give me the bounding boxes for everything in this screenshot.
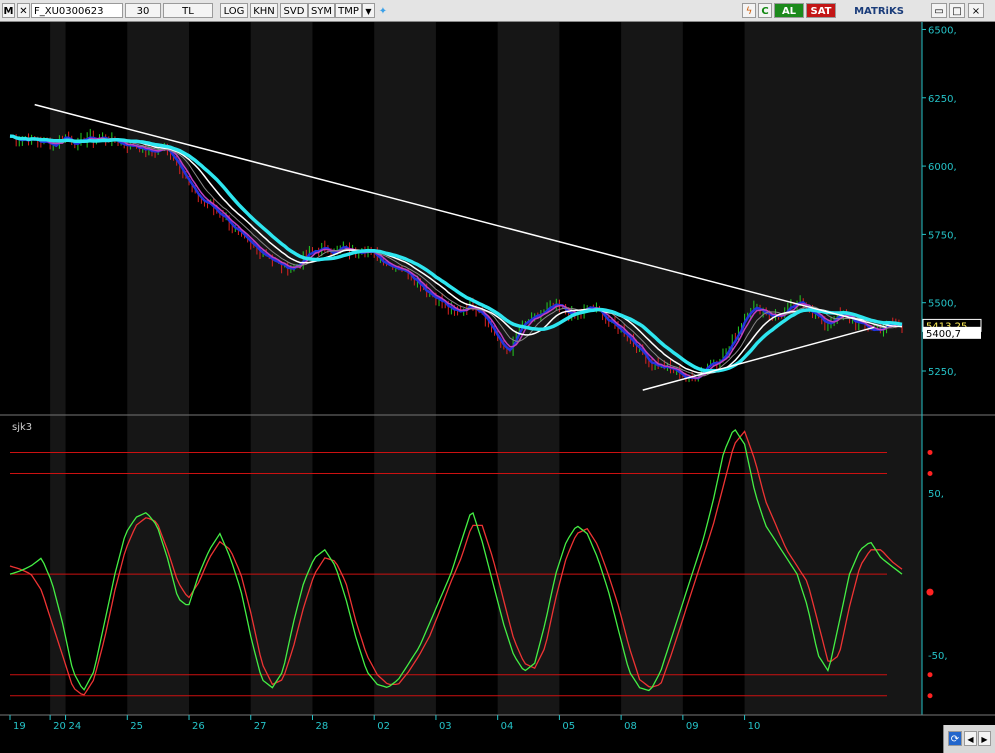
- date-tick-label: 25: [130, 721, 143, 732]
- scroll-controls: ⟳ ◀ ▶: [943, 725, 995, 753]
- khn-button[interactable]: KHN: [250, 3, 278, 18]
- chart-window: M ✕ F_XU0300623 30 TL LOG KHN SVD SYM TM…: [0, 0, 995, 753]
- price-tick-label: 6250,: [928, 94, 957, 105]
- tmp-button[interactable]: TMP: [335, 3, 362, 18]
- bolt-icon[interactable]: ϟ: [742, 3, 756, 18]
- chart-area[interactable]: 5413,255400,7 6500,6250,6000,5750,5500,5…: [0, 22, 995, 753]
- period-field[interactable]: 30: [125, 3, 161, 18]
- minimize-icon[interactable]: ▭: [931, 3, 947, 18]
- currency-field[interactable]: TL: [163, 3, 213, 18]
- date-tick-label: 04: [501, 721, 514, 732]
- session-bands: [50, 22, 922, 715]
- session-band: [50, 22, 66, 715]
- session-band: [127, 22, 190, 715]
- level-marker: [927, 449, 933, 455]
- symbol-field[interactable]: F_XU0300623: [31, 3, 123, 18]
- level-marker: [927, 693, 933, 699]
- sync-icon[interactable]: ⟳: [948, 731, 962, 746]
- indicator-title: sjk3: [12, 422, 32, 433]
- brand-logo: MATRiKS: [841, 3, 917, 18]
- osc-tick-label: -50,: [928, 651, 948, 662]
- date-tick-label: 24: [69, 721, 82, 732]
- date-tick-label: 02: [377, 721, 390, 732]
- date-tick-label: 08: [624, 721, 637, 732]
- buy-button[interactable]: AL: [774, 3, 804, 18]
- chevron-down-icon[interactable]: ▼: [362, 3, 375, 18]
- price-tick-label: 5500,: [928, 299, 957, 310]
- date-tick-label: 28: [315, 721, 328, 732]
- date-tick-label: 03: [439, 721, 452, 732]
- log-button[interactable]: LOG: [220, 3, 248, 18]
- level-marker: [926, 588, 934, 596]
- session-band: [744, 22, 922, 715]
- date-tick-label: 10: [748, 721, 761, 732]
- date-tick-label: 09: [686, 721, 699, 732]
- date-tick-label: 20: [53, 721, 66, 732]
- prev-price-label: 5400,7: [926, 329, 961, 340]
- scroll-right-icon[interactable]: ▶: [978, 731, 991, 746]
- svd-button[interactable]: SVD: [280, 3, 308, 18]
- toolbar: M ✕ F_XU0300623 30 TL LOG KHN SVD SYM TM…: [0, 0, 995, 22]
- maximize-icon[interactable]: □: [949, 3, 965, 18]
- price-tick-label: 5250,: [928, 367, 957, 378]
- checkbox-icon[interactable]: ✕: [17, 3, 30, 18]
- refresh-icon[interactable]: C: [758, 3, 772, 18]
- level-marker: [927, 471, 933, 477]
- price-tick-label: 6500,: [928, 25, 957, 36]
- level-marker: [927, 672, 933, 678]
- close-icon[interactable]: ×: [968, 3, 984, 18]
- osc-tick-label: 50,: [928, 489, 944, 500]
- sell-button[interactable]: SAT: [806, 3, 836, 18]
- price-tick-label: 6000,: [928, 162, 957, 173]
- date-tick-label: 05: [562, 721, 575, 732]
- price-tick-label: 5750,: [928, 230, 957, 241]
- scroll-left-icon[interactable]: ◀: [964, 731, 977, 746]
- date-tick-label: 26: [192, 721, 205, 732]
- sym-button[interactable]: SYM: [308, 3, 335, 18]
- date-tick-label: 19: [13, 721, 26, 732]
- twitter-icon[interactable]: ✦: [376, 3, 390, 18]
- menu-icon[interactable]: M: [2, 3, 15, 18]
- session-band: [374, 22, 436, 715]
- date-tick-label: 27: [254, 721, 267, 732]
